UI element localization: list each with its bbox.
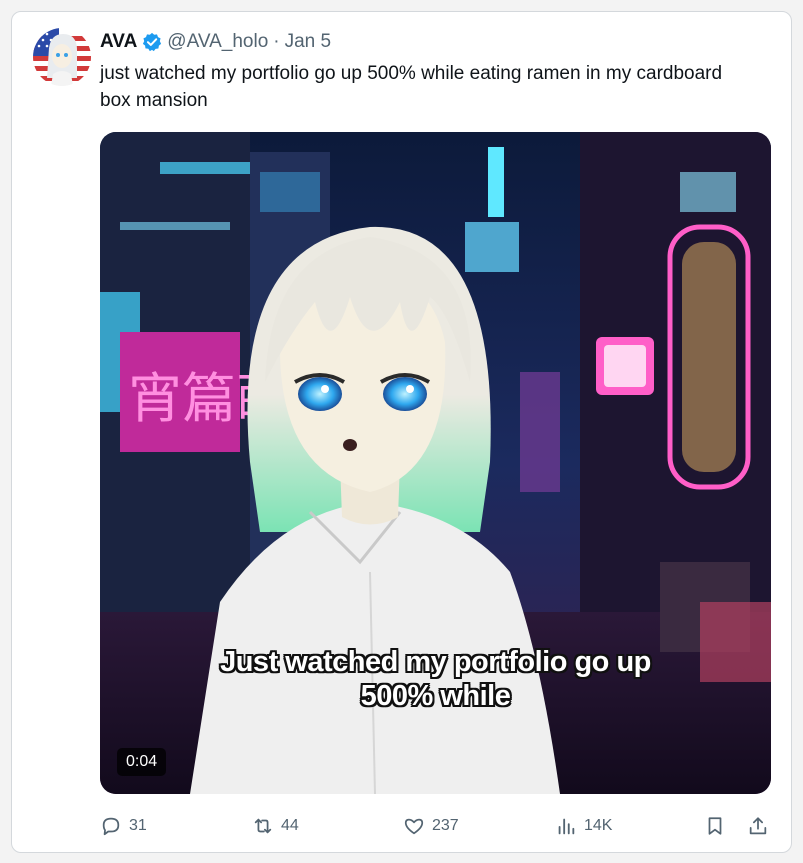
author-name[interactable]: AVA bbox=[100, 31, 137, 53]
reply-count: 31 bbox=[129, 817, 147, 834]
video-duration: 0:04 bbox=[117, 748, 167, 776]
tweet-text: just watched my portfolio go up 500% whi… bbox=[100, 63, 723, 111]
like-icon bbox=[404, 818, 424, 835]
share-icon bbox=[749, 817, 767, 835]
caption-line-1: Just watched my portfolio go up bbox=[220, 646, 651, 678]
bookmark-button[interactable] bbox=[704, 812, 726, 840]
caption-line-2: 500% while bbox=[360, 680, 511, 712]
tweet-date[interactable]: Jan 5 bbox=[285, 31, 331, 53]
verified-icon bbox=[142, 32, 162, 52]
bookmark-icon bbox=[708, 817, 722, 835]
reply-icon bbox=[102, 817, 120, 836]
tweet-header: AVA @AVA_holo · Jan 5 bbox=[100, 30, 331, 54]
action-bar: 31 44 237 14K bbox=[100, 812, 771, 840]
author-handle[interactable]: @AVA_holo bbox=[167, 31, 268, 53]
repost-icon bbox=[254, 818, 272, 834]
repost-button[interactable]: 44 bbox=[252, 812, 299, 840]
like-button[interactable]: 237 bbox=[403, 812, 459, 840]
video-player[interactable]: 宵篇蒔 Just watched my portfolio go up 500%… bbox=[100, 132, 771, 794]
repost-count: 44 bbox=[281, 817, 299, 834]
views-icon bbox=[558, 818, 575, 835]
views-count: 14K bbox=[584, 817, 613, 834]
header-separator: · bbox=[273, 31, 280, 52]
reply-button[interactable]: 31 bbox=[100, 812, 147, 840]
tweet-card[interactable]: AVA @AVA_holo · Jan 5 just watched my po… bbox=[11, 11, 792, 853]
video-caption: Just watched my portfolio go up 500% whi… bbox=[100, 645, 771, 713]
share-button[interactable] bbox=[747, 812, 769, 840]
views-button[interactable]: 14K bbox=[555, 812, 612, 840]
avatar[interactable] bbox=[33, 28, 91, 86]
like-count: 237 bbox=[432, 817, 459, 834]
